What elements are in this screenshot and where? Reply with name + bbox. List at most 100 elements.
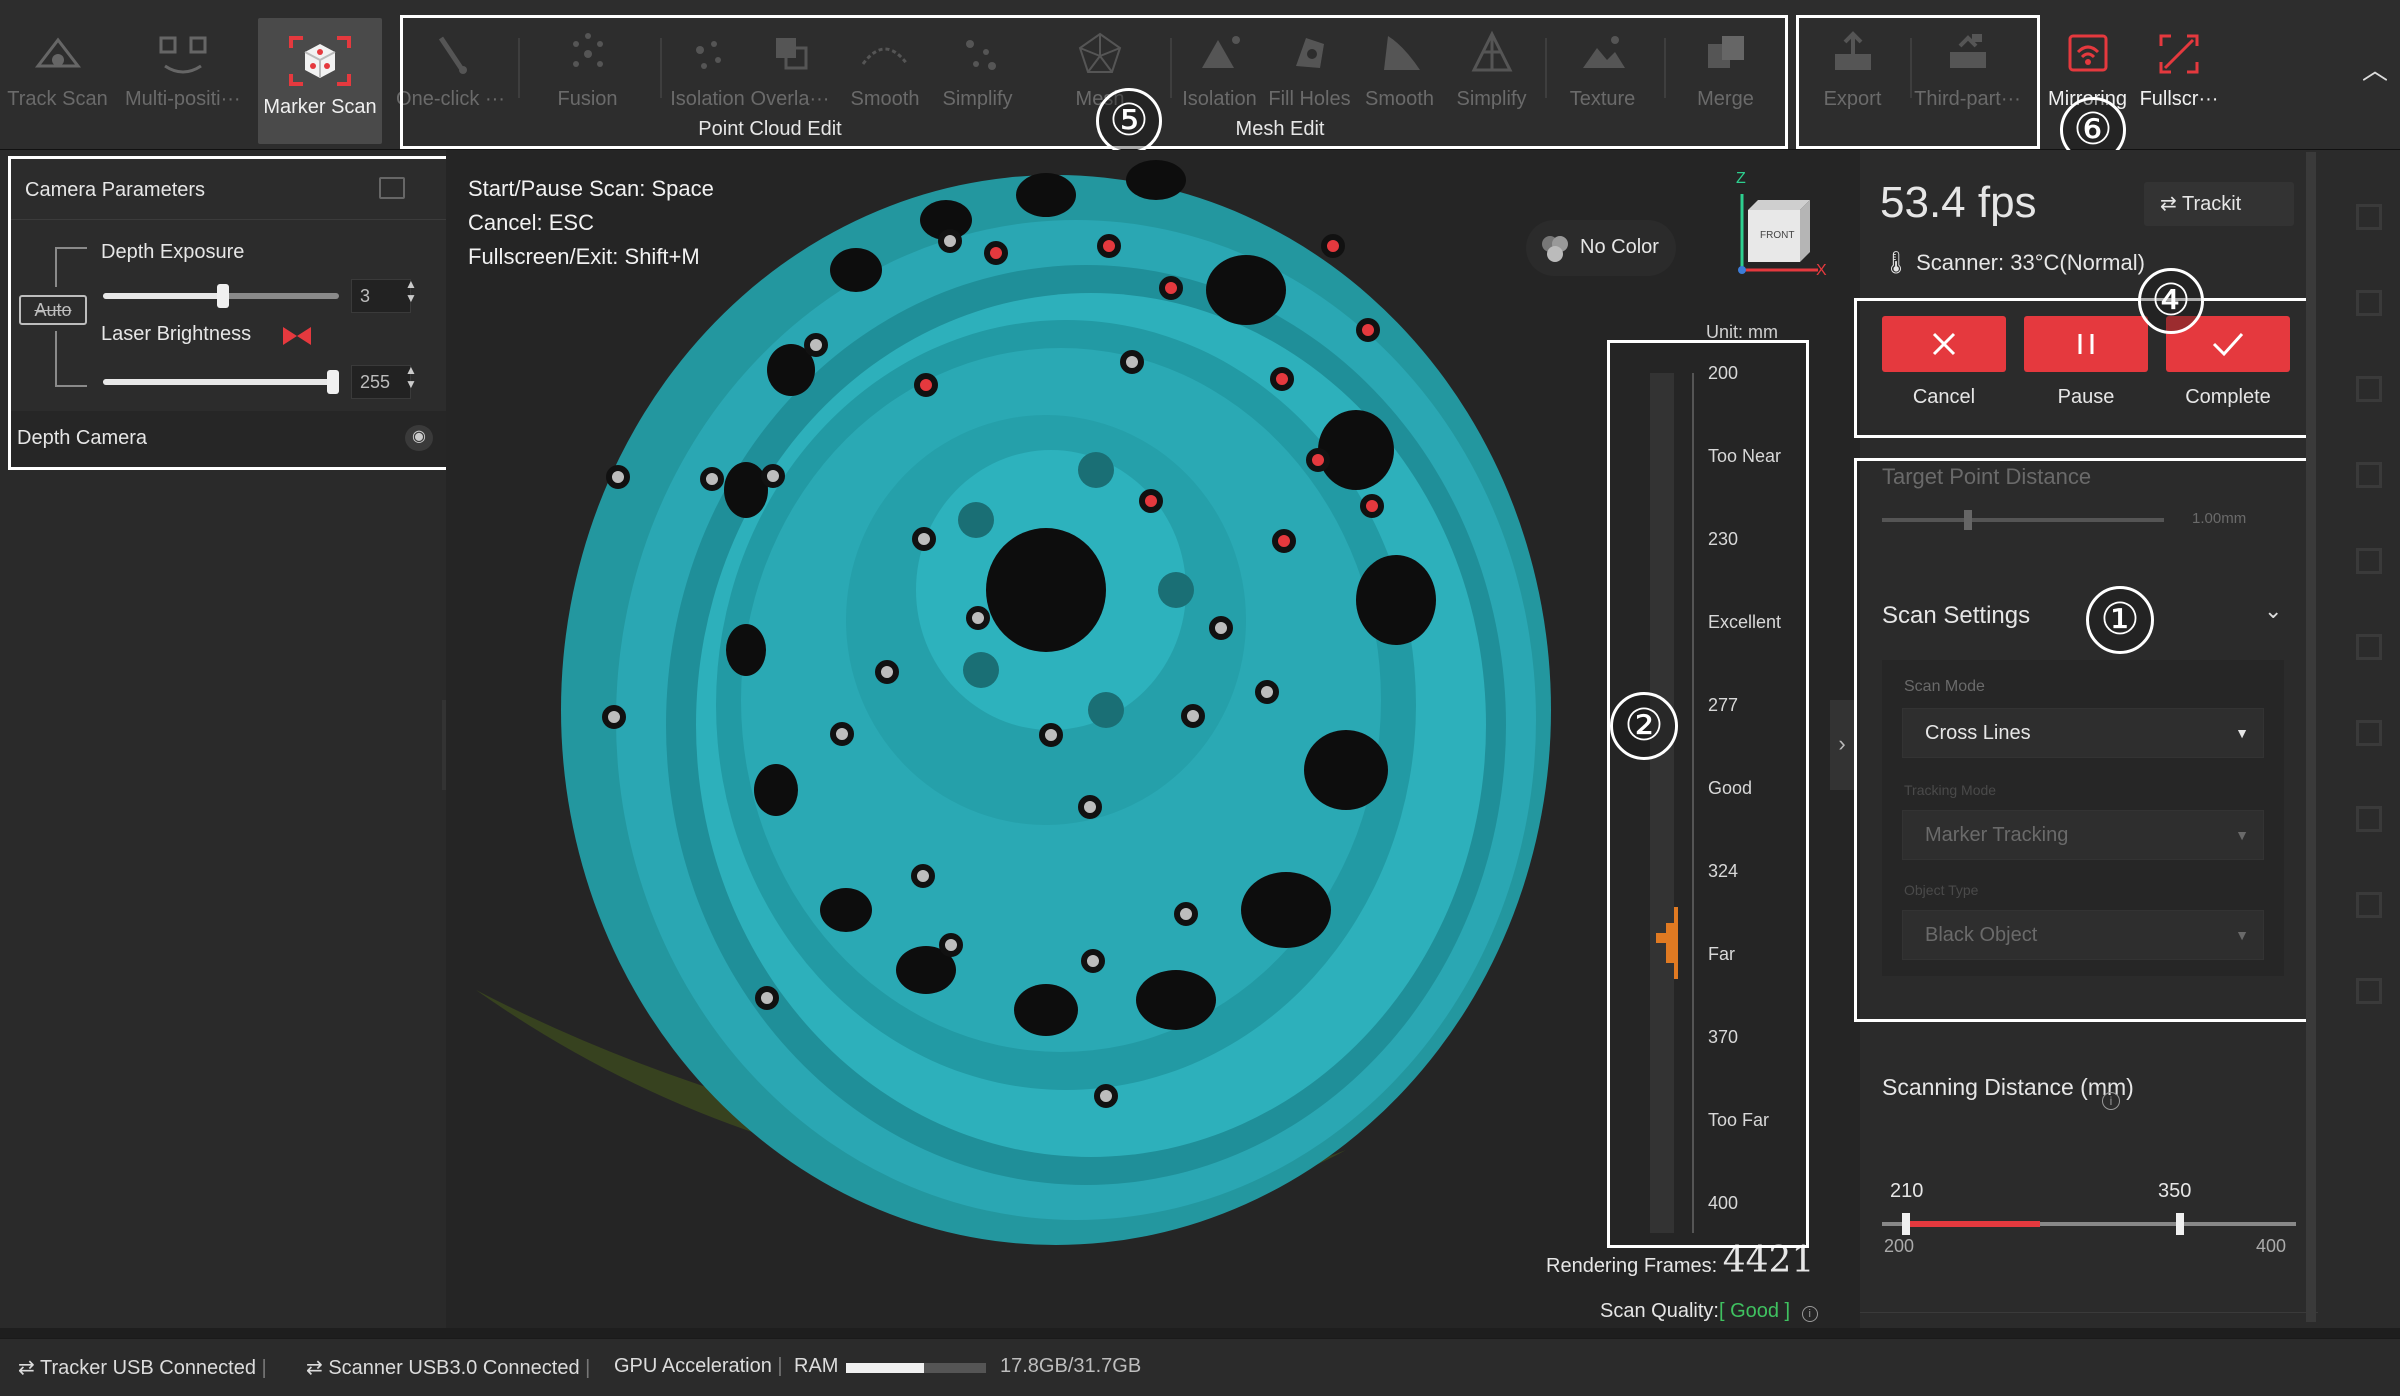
target-point-distance-slider[interactable] <box>1882 518 2164 522</box>
bracket-line <box>55 331 87 387</box>
cancel-label: Cancel <box>1912 386 1976 408</box>
depth-exposure-spinbox[interactable]: 3 <box>351 279 411 313</box>
trackit-button[interactable]: ⇄ Trackit <box>2144 182 2294 226</box>
hint-start-pause: Start/Pause Scan: Space <box>468 176 714 201</box>
color-mode-button[interactable]: No Color <box>1526 220 1676 276</box>
info-icon[interactable]: i <box>1801 1306 1818 1322</box>
depth-exposure-fill <box>103 293 221 299</box>
range-high-value: 350 <box>2158 1180 2192 1202</box>
target-point-distance-label: Target Point Distance <box>1882 464 2092 489</box>
scan-quality-label: Scan Quality: <box>1600 1300 1719 1322</box>
scanner-temperature: 🌡 Scanner: 33°C(Normal) <box>1882 250 2145 275</box>
tool-icon[interactable] <box>2356 290 2382 316</box>
chevron-down-icon[interactable]: ⌄ <box>2264 598 2282 624</box>
range-low-handle[interactable] <box>1902 1213 1910 1235</box>
tool-icon[interactable] <box>2356 204 2382 230</box>
tracker-status: ⇄ Tracker USB Connected | <box>18 1357 267 1379</box>
scan-settings-title: Scan Settings <box>1882 602 2031 629</box>
gauge-bar <box>1650 373 1674 1233</box>
info-icon[interactable]: i <box>2102 1092 2120 1110</box>
top-toolbar: Track Scan Multi-positi··· Marker Scan O… <box>0 0 2400 150</box>
laser-brightness-fill <box>103 379 333 385</box>
multi-position-icon <box>159 36 206 74</box>
axis-x-label: X <box>1816 262 1827 279</box>
edit-tools-highlight <box>400 15 1788 149</box>
scan-settings-group: Scan Mode Cross Lines ▼ Tracking Mode Mar… <box>1882 660 2284 976</box>
target-point-distance-handle[interactable] <box>1964 510 1972 530</box>
mirroring-icon <box>2068 34 2107 72</box>
camera-parameters-title: Camera Parameters <box>25 179 206 201</box>
tracking-mode-dropdown[interactable]: Marker Tracking ▼ <box>1902 810 2264 860</box>
laser-icon <box>281 325 313 347</box>
collapse-right-panel-icon[interactable]: › <box>1830 700 1854 790</box>
gpu-status: GPU Acceleration | <box>614 1355 783 1377</box>
laser-brightness-spinbox[interactable]: 255 <box>351 365 411 399</box>
ram-usage-fill <box>846 1363 925 1373</box>
target-point-distance-value: 1.00mm <box>2192 510 2247 527</box>
object-type-dropdown[interactable]: Black Object ▼ <box>1902 910 2264 960</box>
usb-link-icon: ⇄ <box>18 1357 35 1379</box>
cancel-button[interactable] <box>1882 316 2006 372</box>
spin-arrows-icon[interactable]: ▲ ▼ <box>405 363 417 391</box>
pause-label: Pause <box>2057 386 2115 408</box>
bracket-line <box>55 247 87 287</box>
color-mode-icon <box>1540 234 1570 264</box>
tool-icon[interactable] <box>2356 806 2382 832</box>
right-tool-strip <box>2340 150 2400 1328</box>
range-high-handle[interactable] <box>2176 1213 2184 1235</box>
eye-icon[interactable]: ◉ <box>405 425 433 451</box>
depth-gauge: 200 Too Near 230 Excellent 277 Good 324 … <box>1607 340 1809 1248</box>
annotation-1: ① <box>2086 586 2154 654</box>
annotation-5: ⑤ <box>1096 88 1162 154</box>
mesh-edit-label: Mesh Edit <box>1235 118 1325 140</box>
marker-scan-button[interactable]: Marker Scan <box>258 18 382 144</box>
gauge-label: Excellent <box>1708 612 1782 632</box>
fullscreen-button[interactable]: Fullscr··· <box>2124 14 2234 134</box>
depth-camera-label: Depth Camera <box>17 427 148 449</box>
tool-icon[interactable] <box>2356 548 2382 574</box>
gauge-label: Too Near <box>1708 446 1782 466</box>
tool-icon[interactable] <box>2356 720 2382 746</box>
hint-fullscreen: Fullscreen/Exit: Shift+M <box>468 244 700 269</box>
dropdown-arrow-icon: ▼ <box>2235 927 2249 943</box>
link-icon: ⇄ <box>2160 193 2177 215</box>
laser-brightness-label: Laser Brightness <box>101 323 252 345</box>
gauge-label: 200 <box>1708 363 1739 383</box>
detach-panel-icon[interactable] <box>379 177 405 199</box>
ram-label: RAM <box>794 1355 839 1377</box>
view-cube-face-label: FRONT <box>1760 230 1795 241</box>
status-bar: ⇄ Tracker USB Connected | ⇄ Scanner USB3… <box>0 1338 2400 1396</box>
scan-mode-dropdown[interactable]: Cross Lines ▼ <box>1902 708 2264 758</box>
gauge-ticks <box>1680 373 1694 1233</box>
auto-toggle[interactable]: Auto <box>19 295 87 325</box>
tool-icon[interactable] <box>2356 376 2382 402</box>
gauge-label: 324 <box>1708 861 1739 881</box>
axis-z-label: Z <box>1736 170 1746 187</box>
ram-value: 17.8GB/31.7GB <box>1000 1355 1142 1377</box>
multi-position-button[interactable]: Multi-positi··· <box>125 14 240 134</box>
track-scan-button[interactable]: Track Scan <box>0 14 115 134</box>
gauge-label: Good <box>1708 778 1753 798</box>
collapse-toolbar-icon[interactable]: ︿ <box>2362 50 2388 87</box>
laser-brightness-handle[interactable] <box>327 370 339 394</box>
depth-exposure-label: Depth Exposure <box>101 241 245 263</box>
tool-icon[interactable] <box>2356 978 2382 1004</box>
right-panel-scrollbar[interactable] <box>2306 152 2316 1322</box>
view-cube[interactable]: FRONT Z X <box>1726 170 1827 290</box>
point-cloud-edit-label: Point Cloud Edit <box>698 118 842 140</box>
thermometer-icon: 🌡 <box>1882 250 1910 275</box>
depth-camera-row[interactable]: Depth Camera ◉ <box>11 411 449 467</box>
gauge-label: 370 <box>1708 1027 1739 1047</box>
usb-link-icon: ⇄ <box>306 1357 323 1379</box>
tool-icon[interactable] <box>2356 634 2382 660</box>
range-min-label: 200 <box>1884 1236 1915 1256</box>
marker-scan-icon <box>289 36 351 86</box>
tool-icon[interactable] <box>2356 462 2382 488</box>
tool-icon[interactable] <box>2356 892 2382 918</box>
pause-button[interactable] <box>2024 316 2148 372</box>
range-low-value: 210 <box>1890 1180 1924 1202</box>
spin-arrows-icon[interactable]: ▲ ▼ <box>405 277 417 305</box>
gauge-label: 400 <box>1708 1193 1739 1213</box>
gauge-label: 230 <box>1708 529 1739 549</box>
depth-exposure-handle[interactable] <box>217 284 229 308</box>
